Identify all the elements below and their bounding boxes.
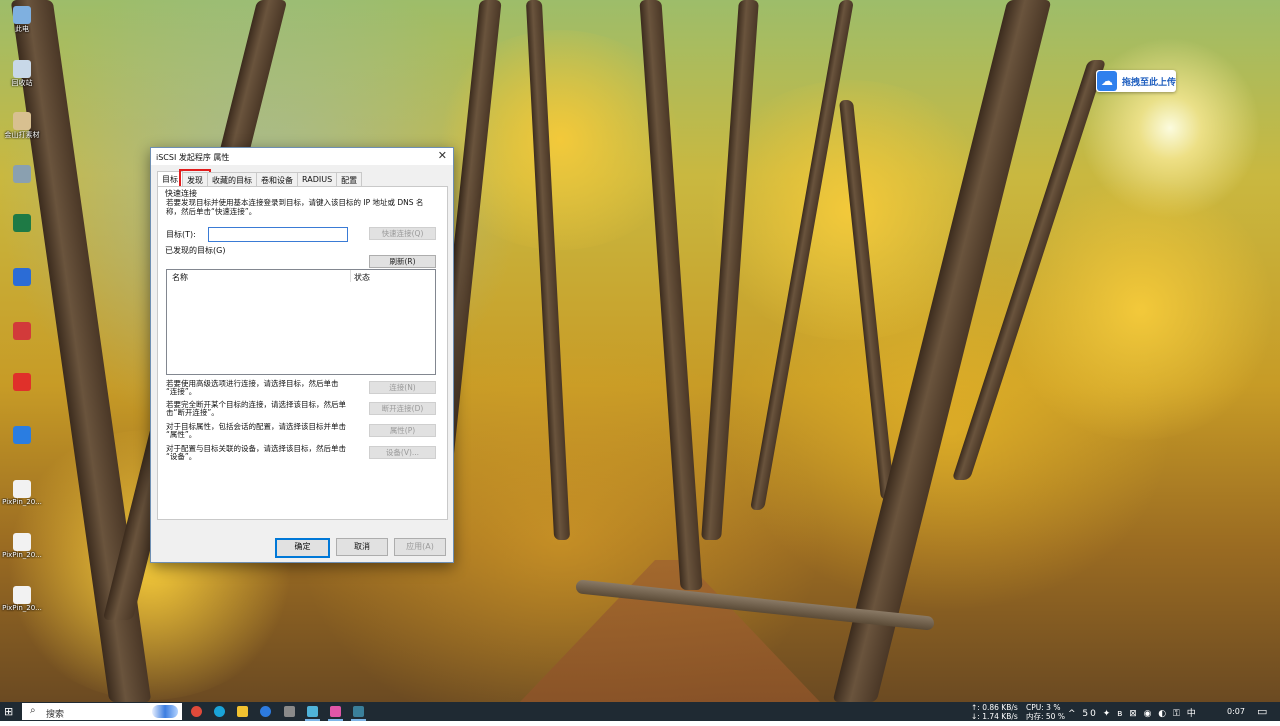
target-label: 目标(T): [166,230,196,239]
desktop-icon-blurred[interactable] [8,165,36,183]
tab-favorite-targets[interactable]: 收藏的目标 [207,172,257,187]
desktop-icon-app[interactable]: 金山打素材 [5,112,40,140]
network-speed: ↑: 0.86 KB/s ↓: 1.74 KB/s [971,703,1018,722]
connect-description-2: “连接”。 [166,387,197,396]
windows-start-icon[interactable]: ⊞ [4,706,16,717]
image-file-icon [13,533,31,551]
dialog-titlebar[interactable]: iSCSI 发起程序 属性 ✕ [151,148,453,165]
tab-configuration[interactable]: 配置 [336,172,363,187]
quick-connect-description-2: 称，然后单击“快速连接”。 [166,207,257,216]
desktop-icon-pixpin-2[interactable]: PixPin_20... [2,533,42,559]
desktop-icon-app-blue[interactable] [8,426,36,444]
discovered-targets-list[interactable]: 名称 状态 [166,269,436,375]
taskbar: ⊞ ⌕ 搜索 ↑: 0.86 KB/s ↓: 1.74 KB/s CPU: 3 … [0,702,1280,721]
tab-volumes-devices[interactable]: 卷和设备 [256,172,298,187]
app-teal-icon[interactable] [305,706,320,721]
discovered-targets-group-label: 已发现的目标(G) [165,246,226,255]
desktop-icon-this-pc[interactable]: 此电 [8,6,36,34]
devices-description-2: “设备”。 [166,452,197,461]
taskbar-search-box[interactable]: ⌕ 搜索 [22,703,182,720]
dialog-title: iSCSI 发起程序 属性 [156,153,230,162]
column-header-name[interactable]: 名称 [172,272,188,283]
edge-icon[interactable] [214,706,225,717]
net-upload-speed: ↑: 0.86 KB/s [971,703,1018,712]
ok-button[interactable]: 确定 [275,538,330,558]
app-red2-icon [13,373,31,391]
connect-button[interactable]: 连接(N) [369,381,436,394]
disconnect-button[interactable]: 断开连接(D) [369,402,436,415]
tab-strip: 目标 发现 收藏的目标 卷和设备 RADIUS 配置 [157,169,363,190]
computer-icon [13,6,31,24]
disconnect-description-2: 击“断开连接”。 [166,408,219,417]
forest-path [520,560,820,702]
desktop-icon-word[interactable] [8,268,36,286]
file-explorer-icon[interactable] [237,706,248,717]
taskbar-clock[interactable]: 0:07 [1227,707,1245,726]
search-placeholder: 搜索 [46,710,65,720]
system-tray-icons[interactable]: ^ 50 ✦ ʙ ⊠ ◉ ◐ ⚿ 中 [1068,706,1198,725]
cloud-upload-icon: ☁ [1097,71,1117,91]
targets-tab-panel: 快速连接 若要发现目标并使用基本连接登录到目标，请键入该目标的 IP 地址或 D… [157,186,448,520]
tab-discovery[interactable]: 发现 [179,169,211,190]
desktop-icon-app-red[interactable] [8,322,36,340]
target-input[interactable] [208,227,348,242]
search-highlight-icon [152,705,178,718]
desktop-icon-recycle-bin[interactable]: 回收站 [8,60,36,88]
refresh-button[interactable]: 刷新(R) [369,255,436,268]
tab-radius[interactable]: RADIUS [297,172,338,187]
app-pink-icon[interactable] [328,706,343,721]
devices-button[interactable]: 设备(V)... [369,446,436,459]
desktop-icon-pixpin-3[interactable]: PixPin_20... [2,586,42,612]
properties-description-2: “属性”。 [166,430,197,439]
image-file-icon [13,586,31,604]
close-icon[interactable]: ✕ [438,149,447,162]
image-file-icon [13,480,31,498]
memory-usage: 内存: 50 % [1026,712,1065,721]
upload-badge-label: 拖拽至此上传 [1122,77,1177,88]
quick-connect-description-1: 若要发现目标并使用基本连接登录到目标，请键入该目标的 IP 地址或 DNS 名 [166,198,424,207]
cpu-usage: CPU: 3 % [1026,703,1061,712]
apply-button[interactable]: 应用(A) [394,538,446,556]
upload-drop-badge[interactable]: ☁ 拖拽至此上传 [1096,70,1176,92]
terminal-icon[interactable] [284,706,295,717]
app-red-icon [13,322,31,340]
desktop-icon-app-red2[interactable] [8,373,36,391]
iscsi-properties-dialog: iSCSI 发起程序 属性 ✕ 目标 发现 收藏的目标 卷和设备 RADIUS … [150,147,454,563]
blurred-icon [13,165,31,183]
net-download-speed: ↓: 1.74 KB/s [971,712,1018,721]
recycle-bin-icon [13,60,31,78]
chrome-icon[interactable] [191,706,202,717]
list-header: 名称 状态 [167,270,435,282]
properties-button[interactable]: 属性(P) [369,424,436,437]
desktop-icon-pixpin-1[interactable]: PixPin_20... [2,480,42,506]
search-icon: ⌕ [30,705,36,716]
app-blue-icon [13,426,31,444]
tab-targets[interactable]: 目标 [157,171,183,187]
excel-icon [13,214,31,232]
column-divider[interactable] [350,270,351,282]
quick-connect-button[interactable]: 快速连接(Q) [369,227,436,240]
desktop-icon-excel[interactable] [8,214,36,232]
column-header-status[interactable]: 状态 [354,272,370,283]
word-icon [13,268,31,286]
app-blue-circle-icon[interactable] [260,706,271,717]
system-monitor: CPU: 3 % 内存: 50 % [1026,703,1065,722]
app-dark-icon[interactable] [351,706,366,721]
cancel-button[interactable]: 取消 [336,538,388,556]
app-icon [13,112,31,130]
notification-center-icon[interactable]: ▭ [1257,705,1267,724]
